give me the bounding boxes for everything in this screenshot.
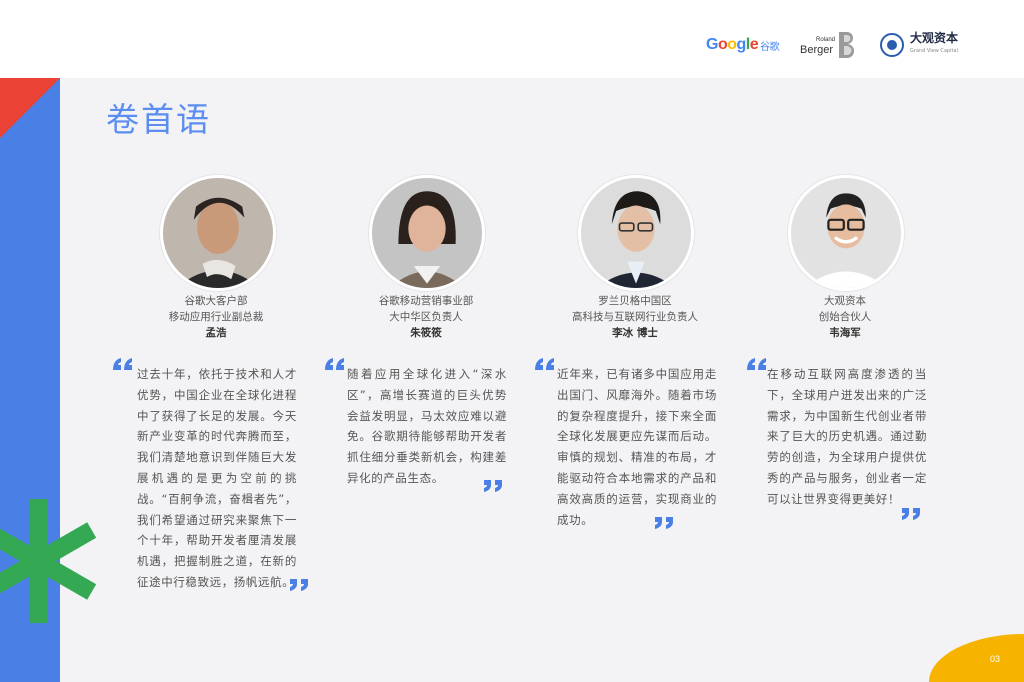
- rb-mark-icon: [839, 32, 855, 58]
- avatar-2: [369, 175, 485, 291]
- person-1-line1: 谷歌大客户部: [184, 295, 248, 307]
- rb-logo-text: Berger: [800, 44, 834, 56]
- avatar-1: [160, 175, 276, 291]
- person-3-name: 李冰 博士: [612, 327, 658, 339]
- person-4-info: 大观资本 创始合伙人 韦海军: [755, 293, 935, 341]
- page-title: 卷首语: [106, 100, 211, 139]
- person-1-info: 谷歌大客户部 移动应用行业副总裁 孟浩: [126, 293, 306, 341]
- quote-open-icon-4: [747, 358, 766, 370]
- person-1-name: 孟浩: [205, 327, 227, 339]
- person-3-line2: 高科技与互联网行业负责人: [572, 311, 698, 323]
- person-2-info: 谷歌移动营销事业部 大中华区负责人 朱筱筱: [336, 293, 516, 341]
- quote-open-icon-3: [535, 358, 554, 370]
- person-4-line1: 大观资本: [824, 295, 866, 307]
- person-1-line2: 移动应用行业副总裁: [168, 311, 264, 323]
- person-2-line1: 谷歌移动营销事业部: [378, 295, 474, 307]
- person-2-name: 朱筱筱: [410, 327, 442, 339]
- google-logo: Google 谷歌: [706, 36, 780, 53]
- person-3-quote: 近年来，已有诸多中国应用走出国门、风靡海外。随着市场的复杂程度提升，接下来全面全…: [557, 367, 717, 527]
- quote-close-icon-2: [484, 480, 502, 492]
- google-logo-cn: 谷歌: [760, 41, 780, 53]
- person-4-line2: 创始合伙人: [818, 311, 872, 323]
- avatar-4: [788, 175, 904, 291]
- red-corner-triangle: [0, 78, 60, 138]
- quote-open-icon-2: [325, 358, 344, 370]
- person-3-info: 罗兰贝格中国区 高科技与互联网行业负责人 李冰 博士: [545, 293, 725, 341]
- dg-logo-sub: Grand View Capital: [910, 48, 958, 54]
- quote-open-icon-1: [113, 358, 132, 370]
- person-2-quote: 随着应用全球化进入“深水区”，高增长赛道的巨头优势会益发明显，马太效应难以避免。…: [347, 367, 507, 485]
- yellow-corner-shape: [929, 634, 1024, 682]
- grand-view-capital-logo: 大观资本 Grand View Capital: [880, 30, 958, 60]
- person-2-line2: 大中华区负责人: [389, 311, 463, 323]
- person-3-line1: 罗兰贝格中国区: [598, 295, 672, 307]
- dg-logo-text: 大观资本: [910, 31, 959, 45]
- green-asterisk-icon: [0, 499, 97, 623]
- person-1-quote: 过去十年，依托于技术和人才优势，中国企业在全球化进程中了获得了长足的发展。今天新…: [137, 367, 297, 589]
- person-4-name: 韦海军: [829, 327, 861, 339]
- quote-close-icon-1: [290, 579, 308, 591]
- header-bar: Google 谷歌 Roland Berger 大观资本 Grand View …: [0, 0, 1024, 78]
- quote-close-icon-3: [655, 517, 673, 529]
- quote-close-icon-4: [902, 508, 920, 520]
- person-4-quote: 在移动互联网高度渗透的当下，全球用户迸发出来的广泛需求，为中国新生代创业者带来了…: [767, 367, 927, 506]
- page-number: 03: [989, 654, 1000, 664]
- roland-berger-logo: Roland Berger: [800, 30, 857, 60]
- avatar-3: [578, 175, 694, 291]
- dg-circle-icon: [880, 33, 904, 57]
